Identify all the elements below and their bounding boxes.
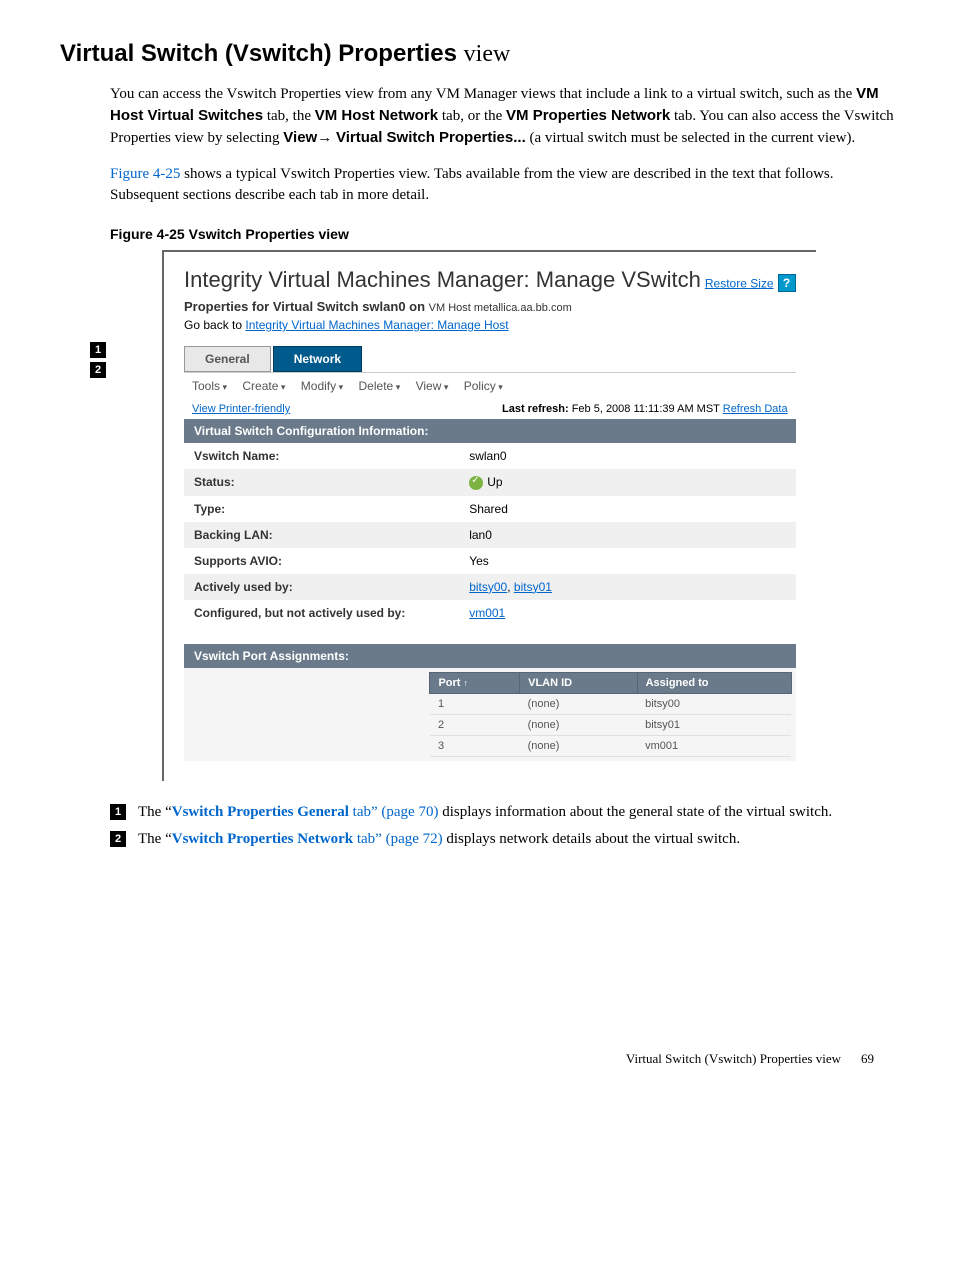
figure-ref-link[interactable]: Figure 4-25 <box>110 166 180 182</box>
vm-link-bitsy00[interactable]: bitsy00 <box>469 580 507 594</box>
tab-bar: General Network <box>184 346 796 372</box>
port-table: Port ↑ VLAN ID Assigned to 1(none)bitsy0… <box>429 672 791 757</box>
tab-network[interactable]: Network <box>273 346 362 372</box>
printer-friendly-link[interactable]: View Printer-friendly <box>192 403 290 415</box>
callout-marker-1: 1 <box>90 342 106 358</box>
col-assigned[interactable]: Assigned to <box>637 672 791 693</box>
table-row: 1(none)bitsy00 <box>430 693 791 714</box>
vm-link-bitsy01[interactable]: bitsy01 <box>514 580 552 594</box>
menu-create[interactable]: Create <box>242 379 285 393</box>
last-refresh: Last refresh: Feb 5, 2008 11:11:39 AM MS… <box>502 403 788 415</box>
menu-modify[interactable]: Modify <box>301 379 343 393</box>
tab-general[interactable]: General <box>184 346 271 372</box>
table-row: 2(none)bitsy01 <box>430 714 791 735</box>
callout-num-2: 2 <box>110 831 126 847</box>
menu-view[interactable]: View <box>416 379 449 393</box>
callout-num-1: 1 <box>110 804 126 820</box>
network-tab-link[interactable]: Vswitch Properties Network tab” (page 72… <box>172 831 443 847</box>
intro-paragraph-2: Figure 4-25 shows a typical Vswitch Prop… <box>110 164 894 206</box>
vm-link-vm001[interactable]: vm001 <box>469 606 505 620</box>
help-icon[interactable]: ? <box>778 274 796 292</box>
page-footer: Virtual Switch (Vswitch) Properties view… <box>60 1051 894 1067</box>
section-config-info: Virtual Switch Configuration Information… <box>184 419 796 443</box>
general-tab-link[interactable]: Vswitch Properties General tab” (page 70… <box>172 804 439 820</box>
config-info-table: Vswitch Name:swlan0 Status:Up Type:Share… <box>184 443 796 626</box>
window-title: Integrity Virtual Machines Manager: Mana… <box>184 267 701 292</box>
figure-caption: Figure 4-25 Vswitch Properties view <box>110 226 894 242</box>
col-vlan[interactable]: VLAN ID <box>520 672 637 693</box>
toolbar: Tools Create Modify Delete View Policy <box>184 372 796 399</box>
callout-list: 1 The “Vswitch Properties General tab” (… <box>110 801 894 851</box>
go-back-link[interactable]: Integrity Virtual Machines Manager: Mana… <box>245 318 508 332</box>
intro-paragraph-1: You can access the Vswitch Properties vi… <box>110 83 894 149</box>
table-row: 3(none)vm001 <box>430 735 791 756</box>
properties-subtitle: Properties for Virtual Switch swlan0 on … <box>184 299 796 314</box>
section-port-assignments: Vswitch Port Assignments: <box>184 644 796 668</box>
menu-policy[interactable]: Policy <box>464 379 503 393</box>
refresh-data-link[interactable]: Refresh Data <box>723 403 788 415</box>
figure-screenshot: Integrity Virtual Machines Manager: Mana… <box>162 250 816 781</box>
sort-up-icon: ↑ <box>464 678 469 688</box>
restore-size-link[interactable]: Restore Size <box>705 276 774 290</box>
status-up-icon <box>469 476 483 490</box>
menu-delete[interactable]: Delete <box>359 379 401 393</box>
page-heading: Virtual Switch (Vswitch) Properties view <box>60 40 894 68</box>
menu-tools[interactable]: Tools <box>192 379 227 393</box>
breadcrumb: Go back to Integrity Virtual Machines Ma… <box>184 318 796 332</box>
col-port[interactable]: Port ↑ <box>430 672 520 693</box>
callout-marker-2: 2 <box>90 362 106 378</box>
